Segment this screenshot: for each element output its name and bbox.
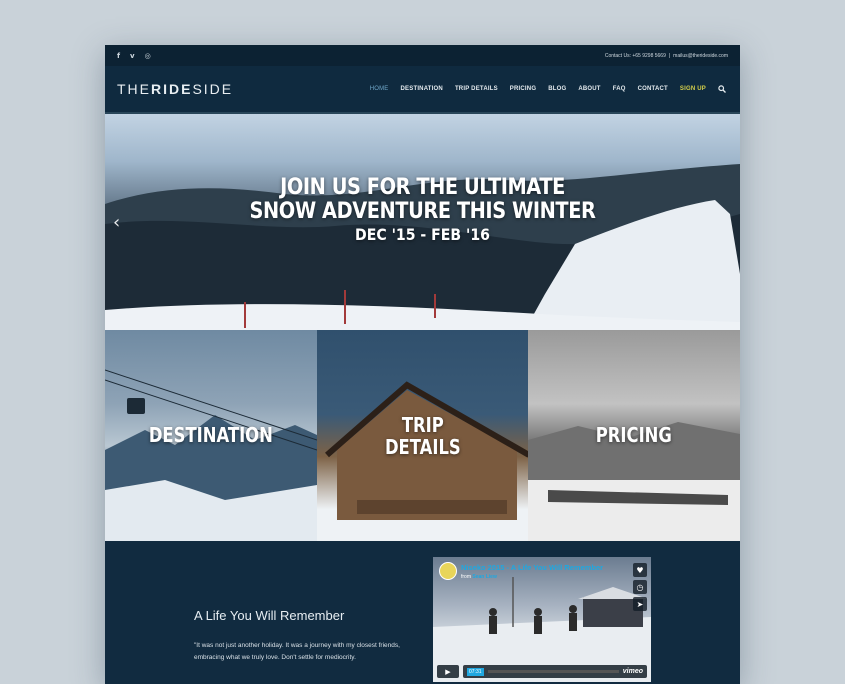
author-avatar[interactable] — [439, 562, 457, 580]
logo-prefix: THE — [117, 81, 151, 97]
watch-later-icon[interactable]: ◷ — [633, 580, 647, 594]
vimeo-icon[interactable]: v — [130, 52, 135, 60]
nav-item-pricing[interactable]: PRICING — [510, 86, 536, 92]
top-bar: f v ◎ Contact Us: +65 9298 5669 | mailus… — [105, 45, 740, 66]
main-nav: THERIDESIDE HOME DESTINATION TRIP DETAIL… — [105, 66, 740, 114]
hero-headline: JOIN US FOR THE ULTIMATE SNOW ADVENTURE … — [105, 176, 740, 246]
instagram-icon[interactable]: ◎ — [145, 52, 151, 60]
section-title: A Life You Will Remember — [194, 608, 345, 623]
hero-slider: ‹ JOIN US FOR THE ULTIMATE SNOW ADVENTUR… — [105, 114, 740, 330]
tile-label-trip: TRIP — [401, 413, 444, 437]
nav-item-blog[interactable]: BLOG — [548, 86, 566, 92]
tile-pricing[interactable]: PRICING — [528, 330, 740, 541]
hero-line-1: JOIN US FOR THE ULTIMATE — [280, 175, 565, 200]
testimonial-quote: "It was not just another holiday. It was… — [194, 642, 400, 661]
contact-info: Contact Us: +65 9298 5669 | mailus@theri… — [605, 53, 728, 59]
nav-item-destination[interactable]: DESTINATION — [401, 86, 443, 92]
nav-item-trip-details[interactable]: TRIP DETAILS — [455, 86, 498, 92]
play-button[interactable]: ▶ — [437, 665, 459, 678]
logo-bold: RIDE — [151, 81, 193, 97]
contact-separator: | — [668, 52, 671, 59]
share-icon[interactable]: ➤ — [633, 597, 647, 611]
tile-label-destination: DESTINATION — [148, 423, 273, 447]
about-section: A Life You Will Remember "It was not jus… — [105, 541, 740, 684]
contact-phone: Contact Us: +65 9298 5669 — [604, 52, 666, 59]
contact-email[interactable]: mailus@therideside.com — [673, 53, 728, 59]
tile-label-trip-details: TRIP DETAILS — [336, 414, 510, 458]
search-icon[interactable] — [718, 85, 726, 93]
vimeo-logo[interactable]: vimeo — [623, 668, 643, 675]
logo-suffix: SIDE — [192, 81, 234, 97]
nav-item-faq[interactable]: FAQ — [613, 86, 626, 92]
video-from-label: from — [461, 574, 471, 580]
facebook-icon[interactable]: f — [117, 52, 120, 60]
nav-menu: HOME DESTINATION TRIP DETAILS PRICING BL… — [370, 85, 726, 93]
tile-label-pricing: PRICING — [596, 423, 673, 447]
website-frame: f v ◎ Contact Us: +65 9298 5669 | mailus… — [105, 45, 740, 684]
feature-tiles: DESTINATION TRIP DETAILS PRICING — [105, 330, 740, 541]
hero-dates: DEC '15 - FEB '16 — [355, 225, 490, 244]
hero-line-2: SNOW ADVENTURE THIS WINTER — [249, 199, 596, 224]
video-title[interactable]: Niseko 2015 - A Life You Will Remember — [461, 563, 603, 572]
progress-bar[interactable] — [487, 670, 619, 673]
nav-item-contact[interactable]: CONTACT — [638, 86, 668, 92]
video-controls: ▶ 07:31 vimeo — [437, 665, 647, 678]
like-icon[interactable]: ♥ — [633, 563, 647, 577]
video-author[interactable]: Sean Liew — [472, 574, 496, 580]
video-player[interactable]: Niseko 2015 - A Life You Will Remember f… — [433, 557, 651, 682]
tile-destination[interactable]: DESTINATION — [105, 330, 317, 541]
video-progress-track[interactable]: 07:31 vimeo — [463, 665, 647, 678]
nav-item-sign-up[interactable]: SIGN UP — [680, 86, 706, 92]
tile-trip-details[interactable]: TRIP DETAILS — [316, 330, 529, 541]
social-links: f v ◎ — [117, 52, 151, 60]
nav-item-home[interactable]: HOME — [370, 86, 389, 92]
nav-item-about[interactable]: ABOUT — [578, 86, 600, 92]
tile-label-details: DETAILS — [384, 435, 461, 459]
site-logo[interactable]: THERIDESIDE — [117, 81, 233, 97]
video-byline: from Sean Liew — [461, 574, 497, 580]
video-duration: 07:31 — [467, 667, 484, 676]
